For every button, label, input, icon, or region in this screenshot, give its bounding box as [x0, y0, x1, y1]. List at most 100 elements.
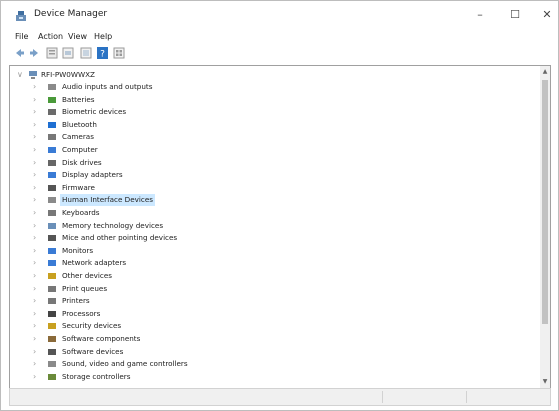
tree-item[interactable]: › Biometric devices [10, 106, 540, 118]
tree-item-label: Disk drives [62, 157, 102, 167]
tree-item[interactable]: › Monitors [10, 245, 540, 257]
printer-icon [48, 298, 56, 305]
tree-item[interactable]: › Print queues [10, 283, 540, 295]
chevron-right-icon[interactable]: › [33, 132, 41, 141]
tree-item[interactable]: › Printers [10, 295, 540, 307]
tree-item-label: Keyboards [62, 208, 100, 217]
menu-view[interactable]: View [68, 32, 87, 41]
scroll-down-icon[interactable]: ▼ [541, 378, 549, 386]
tree-root[interactable]: ∨ RFI-PW0WWXZ [10, 69, 540, 81]
chevron-down-icon[interactable]: ∨ [17, 70, 25, 79]
tree-item[interactable]: › Processors [10, 308, 540, 320]
chevron-right-icon[interactable]: › [33, 271, 41, 280]
scrollbar-thumb[interactable] [542, 80, 548, 324]
maximize-button[interactable]: ☐ [505, 7, 525, 23]
firmware-icon [48, 184, 56, 191]
tree-item[interactable]: › Security devices [10, 320, 540, 332]
chevron-right-icon[interactable]: › [33, 145, 41, 154]
tree-item-label: Biometric devices [62, 107, 127, 117]
chevron-right-icon[interactable]: › [33, 107, 41, 116]
tree-item[interactable]: › Audio inputs and outputs [10, 81, 540, 93]
menu-file[interactable]: File [15, 32, 28, 41]
tree-item[interactable]: › Storage controllers [10, 371, 540, 383]
chevron-right-icon[interactable]: › [33, 158, 41, 167]
status-separator [466, 391, 467, 403]
svg-text:?: ? [100, 50, 105, 60]
chevron-right-icon[interactable]: › [33, 334, 41, 343]
chevron-right-icon[interactable]: › [33, 372, 41, 381]
chevron-right-icon[interactable]: › [33, 309, 41, 318]
chevron-right-icon[interactable]: › [33, 284, 41, 293]
tree-item[interactable]: › Display adapters [10, 169, 540, 181]
scroll-up-icon[interactable]: ▲ [541, 68, 549, 76]
chevron-right-icon[interactable]: › [33, 82, 41, 91]
chevron-right-icon[interactable]: › [33, 321, 41, 330]
computer-icon [48, 147, 56, 153]
tree-item-label: Batteries [62, 94, 95, 104]
close-button[interactable]: ✕ [537, 7, 557, 23]
tree-item[interactable]: › Bluetooth [10, 119, 540, 131]
tree-item-label: Print queues [62, 283, 108, 293]
chevron-right-icon[interactable]: › [33, 208, 41, 217]
menu-action[interactable]: Action [38, 32, 63, 41]
chevron-right-icon[interactable]: › [33, 296, 41, 305]
tree-item-label: Security devices [62, 321, 122, 331]
tree-item-label: Other devices [62, 271, 113, 280]
device-tree[interactable]: ∨ RFI-PW0WWXZ › Audio inputs and outputs ›… [9, 65, 551, 389]
mouse-icon [48, 235, 56, 242]
tree-item[interactable]: › Human Interface Devices [10, 194, 540, 207]
printer-icon [48, 285, 56, 292]
camera-icon [48, 134, 56, 141]
chevron-right-icon[interactable]: › [33, 347, 41, 356]
grid-icon[interactable] [113, 47, 125, 59]
chevron-right-icon[interactable]: › [33, 246, 41, 255]
chevron-right-icon[interactable]: › [33, 183, 41, 192]
software-device-icon [48, 348, 56, 355]
back-icon[interactable] [15, 47, 25, 59]
menu-help[interactable]: Help [94, 32, 112, 41]
vertical-scrollbar[interactable]: ▲ ▼ [540, 66, 550, 388]
monitor-icon [48, 247, 56, 254]
tree-item[interactable]: › Disk drives [10, 157, 540, 169]
tree-item[interactable]: › Software devices [10, 346, 540, 358]
software-icon [48, 336, 56, 342]
tree-item[interactable]: › Network adapters [10, 257, 540, 269]
tree-item[interactable]: › Software components [10, 333, 540, 345]
show-hide-icon[interactable] [80, 47, 92, 59]
tree-item-label: Computer [62, 145, 98, 154]
battery-icon [48, 96, 56, 103]
tree-item[interactable]: › Keyboards [10, 207, 540, 219]
tree-item[interactable]: › Other devices [10, 270, 540, 282]
chevron-right-icon[interactable]: › [33, 195, 41, 204]
biometric-icon [48, 109, 56, 116]
chevron-right-icon[interactable]: › [33, 170, 41, 179]
chevron-right-icon[interactable]: › [33, 120, 41, 129]
tree-item[interactable]: › Batteries [10, 94, 540, 106]
help-icon[interactable]: ? [97, 47, 108, 59]
tree-item[interactable]: › Cameras [10, 131, 540, 143]
chevron-right-icon[interactable]: › [33, 359, 41, 368]
list-view-icon[interactable] [62, 47, 74, 59]
tree-root-label: RFI-PW0WWXZ [41, 70, 95, 79]
tree-item[interactable]: › Memory technology devices [10, 220, 540, 232]
chevron-right-icon[interactable]: › [33, 221, 41, 230]
tree-item[interactable]: › Mice and other pointing devices [10, 232, 540, 244]
properties-icon[interactable] [46, 47, 58, 59]
device-manager-window: Device Manager – ☐ ✕ File Action View He… [0, 0, 559, 411]
tree-item-label: Processors [62, 308, 101, 318]
chevron-right-icon[interactable]: › [33, 95, 41, 104]
network-icon [48, 260, 56, 267]
tree-item[interactable]: › Sound, video and game controllers [10, 358, 540, 370]
tree-item[interactable]: › Computer [10, 144, 540, 156]
tree-item-label: Printers [62, 296, 90, 306]
display-icon [48, 172, 56, 179]
tree-item-label: Bluetooth [62, 119, 97, 129]
device-manager-icon [16, 11, 26, 21]
chevron-right-icon[interactable]: › [33, 258, 41, 267]
title-bar[interactable]: Device Manager – ☐ ✕ [1, 1, 558, 31]
tree-item[interactable]: › Firmware [10, 182, 540, 194]
minimize-button[interactable]: – [470, 7, 490, 23]
chevron-right-icon[interactable]: › [33, 233, 41, 242]
tree-item-label: Audio inputs and outputs [62, 82, 153, 91]
forward-icon[interactable] [29, 47, 39, 59]
